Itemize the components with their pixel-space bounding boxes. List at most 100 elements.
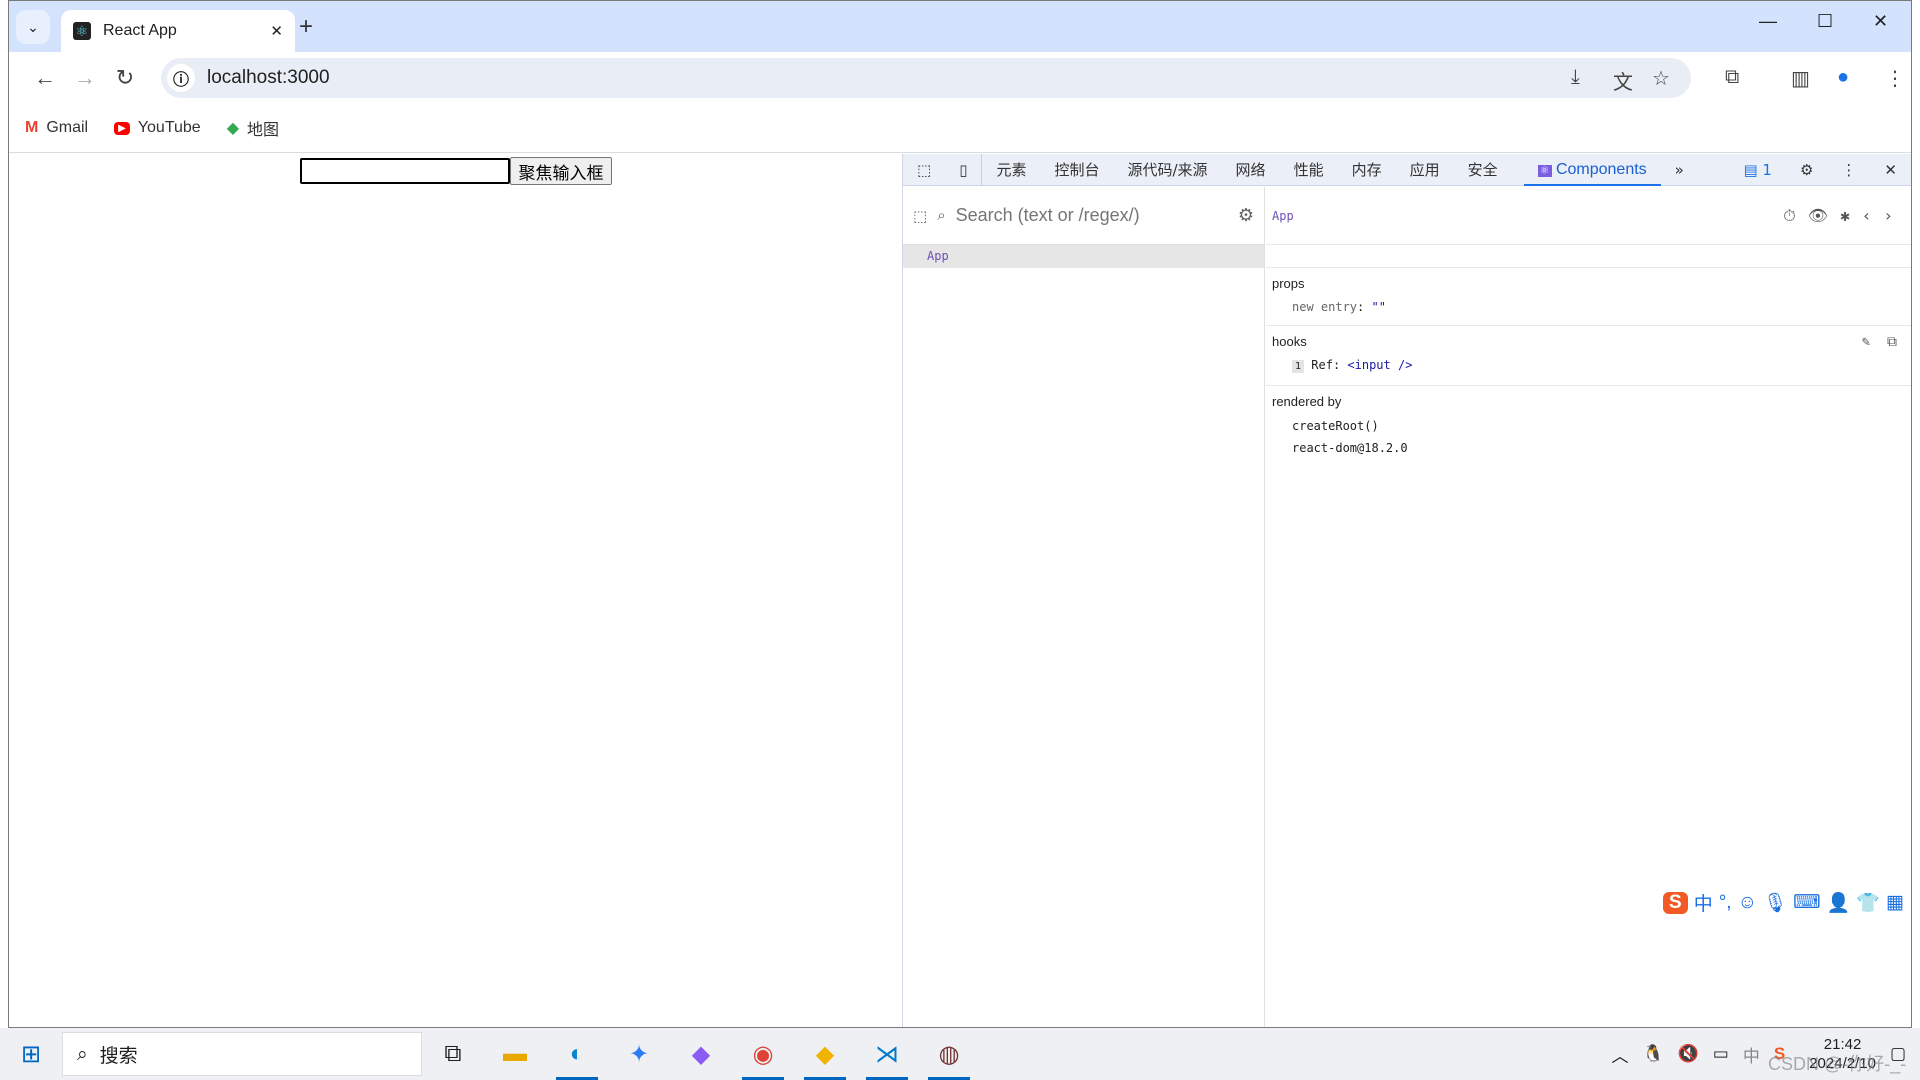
bookmark-youtube[interactable]: ▶ YouTube [114, 119, 201, 137]
toolbox-icon[interactable]: ▦ [1886, 891, 1904, 914]
device-toolbar-icon[interactable]: ▯ [945, 153, 983, 186]
maximize-button[interactable]: ☐ [1817, 11, 1833, 32]
minimize-button[interactable]: — [1759, 11, 1777, 32]
vscode-icon[interactable]: ⋊ [856, 1028, 918, 1080]
renderer-item: createRoot() [1292, 419, 1379, 433]
bookmark-maps[interactable]: ◆ 地图 [227, 116, 279, 140]
copy-icon[interactable]: ⧉ [1887, 334, 1897, 350]
bookmark-star-icon[interactable]: ☆ [1652, 66, 1670, 91]
qq-icon[interactable]: 🐧 [1642, 1044, 1663, 1064]
tab-title: React App [103, 22, 177, 39]
tab-application[interactable]: 应用 [1396, 154, 1454, 186]
start-button[interactable]: ⊞ [0, 1028, 62, 1080]
ime-language[interactable]: 中 [1694, 889, 1713, 916]
copilot-icon[interactable]: ◆ [670, 1028, 732, 1080]
eye-icon[interactable]: 👁 [1808, 206, 1840, 225]
battery-icon[interactable]: ▭ [1713, 1044, 1729, 1064]
task-view-icon[interactable]: ⧉ [422, 1028, 484, 1080]
side-panel-icon[interactable]: ▥ [1791, 66, 1810, 91]
tab-network[interactable]: 网络 [1222, 154, 1280, 186]
volume-muted-icon[interactable]: 🔇 [1678, 1044, 1699, 1064]
site-info-icon[interactable]: ⓘ [167, 64, 195, 92]
reload-button[interactable]: ↻ [105, 65, 145, 91]
tray-overflow-icon[interactable]: ︿ [1611, 1042, 1628, 1067]
back-button[interactable]: ← [25, 65, 65, 91]
edge-icon[interactable]: ◐ [546, 1028, 608, 1080]
hooks-title: hooks [1272, 334, 1307, 349]
more-options-icon[interactable]: ⋮ [1827, 154, 1870, 186]
tab-label: Components [1555, 160, 1647, 178]
close-tab-icon[interactable]: ✕ [270, 22, 283, 40]
select-element-icon[interactable]: ⬚ [913, 207, 927, 225]
emoji-icon[interactable]: ☺ [1738, 892, 1757, 914]
tree-search-row: ⬚ ⌕ ⚙ [903, 187, 1264, 245]
hook-index: 1 [1292, 360, 1305, 373]
prop-row[interactable]: new entry: "" [1272, 297, 1905, 317]
taskbar-search[interactable]: ⌕ 搜索 [62, 1032, 422, 1076]
close-window-button[interactable]: ✕ [1873, 11, 1888, 32]
profile-avatar[interactable]: ● [1837, 66, 1849, 89]
tree-item-app[interactable]: App [903, 245, 1264, 268]
component-search-input[interactable] [955, 205, 1228, 226]
extensions-icon[interactable]: ⧉ [1725, 66, 1739, 89]
focus-input-button[interactable]: 聚焦输入框 [510, 157, 612, 185]
magic-wand-icon[interactable]: ✎ [1862, 334, 1870, 350]
tab-sources[interactable]: 源代码/来源 [1113, 154, 1221, 186]
bug-icon[interactable]: ✱ [1840, 206, 1862, 225]
rendered-by-section: rendered by createRoot() react-dom@18.2.… [1266, 386, 1911, 467]
rendered-by-title: rendered by [1272, 394, 1342, 409]
tab-search-button[interactable]: ⌄ [16, 10, 50, 44]
youtube-icon: ▶ [114, 121, 130, 135]
search-icon: ⌕ [937, 207, 946, 224]
hook-value: <input /> [1347, 358, 1413, 372]
timer-icon[interactable]: ⏱ [1783, 206, 1807, 225]
inspect-element-icon[interactable]: ⬚ [903, 154, 945, 186]
text-input[interactable] [300, 158, 510, 184]
tab-security[interactable]: 安全 [1454, 154, 1512, 186]
tab-memory[interactable]: 内存 [1338, 154, 1396, 186]
user-icon[interactable]: 👤 [1827, 891, 1851, 915]
app-icon-3[interactable]: ◍ [918, 1028, 980, 1080]
ime-toolbar: S 中 °, ☺ 🎙 ⌨ 👤 👕 ▦ [1663, 884, 1904, 921]
component-tree: ⬚ ⌕ ⚙ App [903, 187, 1265, 1027]
tab-components[interactable]: ⚛ Components [1523, 154, 1661, 186]
watermark: CSDN @-你好-_- [1768, 1054, 1907, 1074]
tree-settings-gear-icon[interactable]: ⚙ [1238, 205, 1254, 226]
menu-icon[interactable]: ⋮ [1885, 66, 1905, 91]
prop-value: "" [1371, 300, 1386, 314]
keyboard-icon[interactable]: ⌨ [1793, 891, 1820, 914]
tab-console[interactable]: 控制台 [1040, 154, 1113, 186]
tab-performance[interactable]: 性能 [1280, 154, 1338, 186]
inspector-actions: ⏱👁✱‹› [1783, 206, 1905, 226]
chrome-icon[interactable]: ◉ [732, 1028, 794, 1080]
hook-row[interactable]: 1 Ref: <input /> [1272, 355, 1905, 377]
install-app-icon[interactable]: ⤓ [1571, 66, 1580, 89]
maps-icon: ◆ [226, 120, 239, 137]
more-tabs-icon[interactable]: » [1661, 154, 1698, 186]
punctuation-icon[interactable]: °, [1719, 892, 1732, 914]
settings-gear-icon[interactable]: ⚙ [1786, 154, 1827, 186]
issues-badge[interactable]: ▤ 1 [1743, 161, 1786, 179]
file-explorer-icon[interactable]: ▬ [484, 1028, 546, 1080]
app-icon[interactable]: ✦ [608, 1028, 670, 1080]
skin-icon[interactable]: 👕 [1856, 891, 1880, 915]
taskbar: ⊞ ⌕ 搜索 ⧉ ▬ ◐ ✦ ◆ ◉ ◆ ⋊ ◍ ︿ 🐧 🔇 ▭ 中 S 21:4… [0, 1028, 1920, 1080]
code-icon[interactable]: ‹› [1862, 206, 1905, 225]
translate-icon[interactable]: 文 [1613, 66, 1633, 95]
hook-key: Ref [1311, 358, 1333, 372]
tab-react-app[interactable]: ⚛ React App ✕ [61, 10, 295, 52]
input-method-icon[interactable]: 中 [1743, 1042, 1760, 1067]
search-label: 搜索 [99, 1044, 138, 1067]
close-devtools-icon[interactable]: ✕ [1870, 154, 1911, 186]
new-tab-button[interactable]: + [299, 13, 313, 41]
bookmark-gmail[interactable]: M Gmail [25, 119, 88, 137]
forward-button[interactable]: → [65, 65, 105, 91]
gmail-icon: M [25, 119, 39, 136]
hooks-section: hooks ✎ ⧉ 1 Ref: <input /> [1266, 326, 1911, 386]
tab-elements[interactable]: 元素 [982, 154, 1040, 186]
microphone-icon[interactable]: 🎙 [1763, 891, 1787, 915]
sogou-logo-icon[interactable]: S [1663, 891, 1688, 914]
tab-strip: ⌄ ⚛ React App ✕ + — ☐ ✕ [9, 1, 1911, 52]
app-icon-2[interactable]: ◆ [794, 1028, 856, 1080]
address-bar[interactable]: ⓘ localhost:3000 [161, 58, 1691, 98]
